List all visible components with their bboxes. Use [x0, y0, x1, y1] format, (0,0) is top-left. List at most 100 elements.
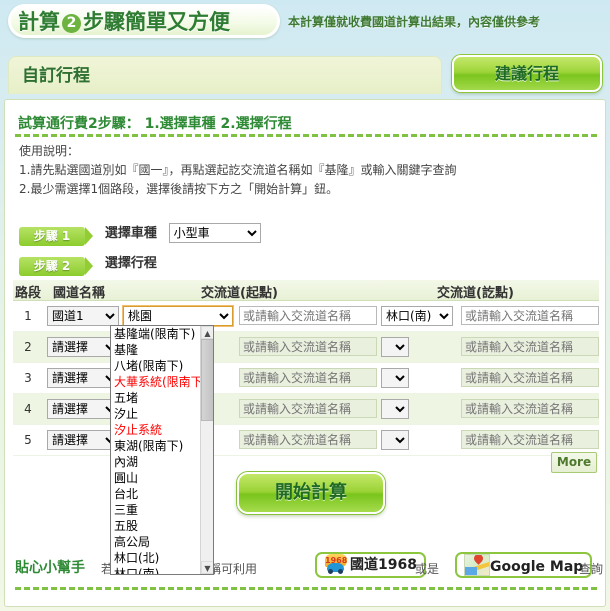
row-ic-end-cell — [381, 337, 409, 357]
row-road-cell: 國道1 — [47, 306, 119, 326]
dropdown-option[interactable]: 五股 — [111, 518, 201, 534]
dropdown-scrollbar[interactable]: ▲ ▼ — [200, 326, 213, 574]
dropdown-option[interactable]: 基隆端(限南下) — [111, 326, 201, 342]
helper-bar: 貼心小幫手 若您不確定交流道名稱可利用 1968 國道1968 或是 Googl… — [5, 547, 605, 585]
table-row: 4 請選擇 — [13, 394, 599, 425]
ic-end-input[interactable] — [461, 430, 599, 449]
row-ic-end-text-cell — [461, 337, 599, 356]
step-2-badge: 步驟 2 — [19, 257, 93, 276]
car-pin-icon: 1968 — [324, 554, 350, 574]
dropdown-option[interactable]: 汐止系統 — [111, 422, 201, 438]
dropdown-option[interactable]: 五堵 — [111, 390, 201, 406]
divider-dashed-top — [15, 134, 597, 137]
ic-start-input[interactable] — [239, 368, 377, 387]
ic-start-select[interactable]: 桃園 — [122, 305, 234, 327]
table-row: 5 請選擇 — [13, 425, 599, 456]
banner-step-count: 2 — [62, 14, 81, 33]
ic-start-input[interactable] — [239, 399, 377, 418]
dropdown-option[interactable]: 內湖 — [111, 454, 201, 470]
map-water-area — [465, 567, 477, 575]
road-select[interactable]: 國道1 — [47, 306, 119, 326]
ic-end-select[interactable] — [381, 399, 409, 419]
row-road-cell: 請選擇 — [47, 430, 119, 450]
main-panel: 試算通行費2步驟： 1.選擇車種 2.選擇行程 使用說明： 1.請先點選國道別如… — [4, 99, 606, 607]
start-calculate-button[interactable]: 開始計算 — [237, 472, 385, 514]
dropdown-option[interactable]: 圓山 — [111, 470, 201, 486]
divider-dashed-bottom — [15, 587, 597, 590]
road-select[interactable]: 請選擇 — [47, 368, 119, 388]
row-segment-number: 3 — [24, 371, 32, 385]
scrollbar-thumb[interactable] — [201, 339, 213, 421]
row-ic-start-text-cell — [239, 430, 377, 449]
scroll-down-arrow-icon[interactable]: ▼ — [201, 561, 213, 574]
header-ic-end: 交流道(訖點) — [437, 286, 514, 301]
row-segment-number: 5 — [24, 433, 32, 447]
google-map-button[interactable]: Google Map — [455, 552, 593, 578]
row-ic-end-text-cell — [461, 368, 599, 387]
helper-title: 貼心小幫手 — [15, 560, 85, 576]
header-segment: 路段 — [14, 286, 41, 301]
table-body: 1 國道1桃園 林口(南) 2 請選擇 3 請選擇 4 請選擇 5 請選擇 — [13, 301, 599, 456]
row-ic-end-cell — [381, 430, 409, 450]
ic-start-input[interactable] — [239, 306, 377, 325]
page-banner: 計算 2 步驟簡單又方便 本計算僅就收費國道計算出結果，內容僅供參考 — [0, 0, 610, 48]
highway-1968-label: 國道1968 — [350, 557, 417, 573]
dropdown-option[interactable]: 高公局 — [111, 534, 201, 550]
tab-suggested-itinerary[interactable]: 建議行程 — [452, 55, 602, 92]
road-select[interactable]: 請選擇 — [47, 399, 119, 419]
usage-instructions: 使用說明： 1.請先點選國道別如『國一』，再點選起訖交流道名稱如『基隆』或輸入關… — [19, 142, 599, 199]
table-header-row: 路段 國道名稱 交流道(起點) 交流道(訖點) — [13, 280, 599, 301]
banner-disclaimer: 本計算僅就收費國道計算出結果，內容僅供參考 — [288, 15, 541, 29]
row-ic-start-cell: 桃園 — [122, 305, 234, 327]
car-icon — [327, 563, 344, 574]
header-ic-start: 交流道(起點) — [201, 286, 278, 301]
ic-end-input[interactable] — [461, 399, 599, 418]
row-segment-number: 2 — [24, 340, 32, 354]
ic-end-input[interactable] — [461, 368, 599, 387]
row-ic-end-text-cell — [461, 306, 599, 325]
row-ic-end-text-cell — [461, 430, 599, 449]
scroll-up-arrow-icon[interactable]: ▲ — [201, 326, 213, 339]
dropdown-option[interactable]: 三重 — [111, 502, 201, 518]
dropdown-option[interactable]: 台北 — [111, 486, 201, 502]
ic-end-input[interactable] — [461, 337, 599, 356]
usage-line-2: 2.最少需選擇1個路段，選擇後請按下方之「開始計算」鈕。 — [19, 182, 339, 196]
dropdown-option[interactable]: 八堵(限南下) — [111, 358, 201, 374]
step-1-badge: 步驟 1 — [19, 227, 93, 246]
table-row: 3 請選擇 — [13, 363, 599, 394]
road-select[interactable]: 請選擇 — [47, 430, 119, 450]
row-ic-end-cell: 林口(南) — [381, 306, 453, 326]
vehicle-type-select[interactable]: 小型車 — [168, 223, 261, 243]
dropdown-option[interactable]: 林口(北) — [111, 550, 201, 566]
usage-line-1: 1.請先點選國道別如『國一』，再點選起訖交流道名稱如『基隆』或輸入關鍵字查詢 — [19, 163, 457, 177]
panel-heading: 試算通行費2步驟： 1.選擇車種 2.選擇行程 — [18, 116, 292, 132]
row-ic-end-text-cell — [461, 399, 599, 418]
row-ic-start-text-cell — [239, 337, 377, 356]
table-row: 2 請選擇 — [13, 332, 599, 363]
ic-end-input[interactable] — [461, 306, 599, 325]
tab-custom-itinerary[interactable]: 自訂行程 — [8, 56, 442, 94]
helper-end-text: 查詢 — [579, 562, 604, 576]
highway-1968-button[interactable]: 1968 國道1968 — [315, 552, 426, 578]
dropdown-option[interactable]: 汐止 — [111, 406, 201, 422]
row-ic-end-cell — [381, 368, 409, 388]
dropdown-option[interactable]: 東湖(限南下) — [111, 438, 201, 454]
dropdown-option[interactable]: 大華系統(限南下) — [111, 374, 207, 390]
interchange-dropdown-list[interactable]: 基隆端(限南下) 基隆 八堵(限南下) 大華系統(限南下) 五堵 汐止 汐止系統 東湖(限南下… — [110, 325, 214, 575]
table-row: 1 國道1桃園 林口(南) — [13, 301, 599, 332]
dropdown-option[interactable]: 基隆 — [111, 342, 201, 358]
dropdown-options: 基隆端(限南下) 基隆 八堵(限南下) 大華系統(限南下) 五堵 汐止 汐止系統 東湖(限南下… — [111, 326, 207, 574]
dropdown-option[interactable]: 林口(南) — [111, 566, 201, 574]
banner-title-pre: 計算 — [18, 10, 60, 34]
ic-end-select[interactable] — [381, 337, 409, 357]
ic-end-select[interactable] — [381, 368, 409, 388]
ic-start-input[interactable] — [239, 337, 377, 356]
ic-end-select[interactable]: 林口(南) — [381, 306, 453, 326]
row-ic-end-cell — [381, 399, 409, 419]
usage-title: 使用說明： — [19, 144, 80, 158]
road-select[interactable]: 請選擇 — [47, 337, 119, 357]
ic-start-input[interactable] — [239, 430, 377, 449]
more-button[interactable]: More — [551, 452, 597, 473]
step-2-label: 選擇行程 — [104, 256, 157, 271]
ic-end-select[interactable] — [381, 430, 409, 450]
